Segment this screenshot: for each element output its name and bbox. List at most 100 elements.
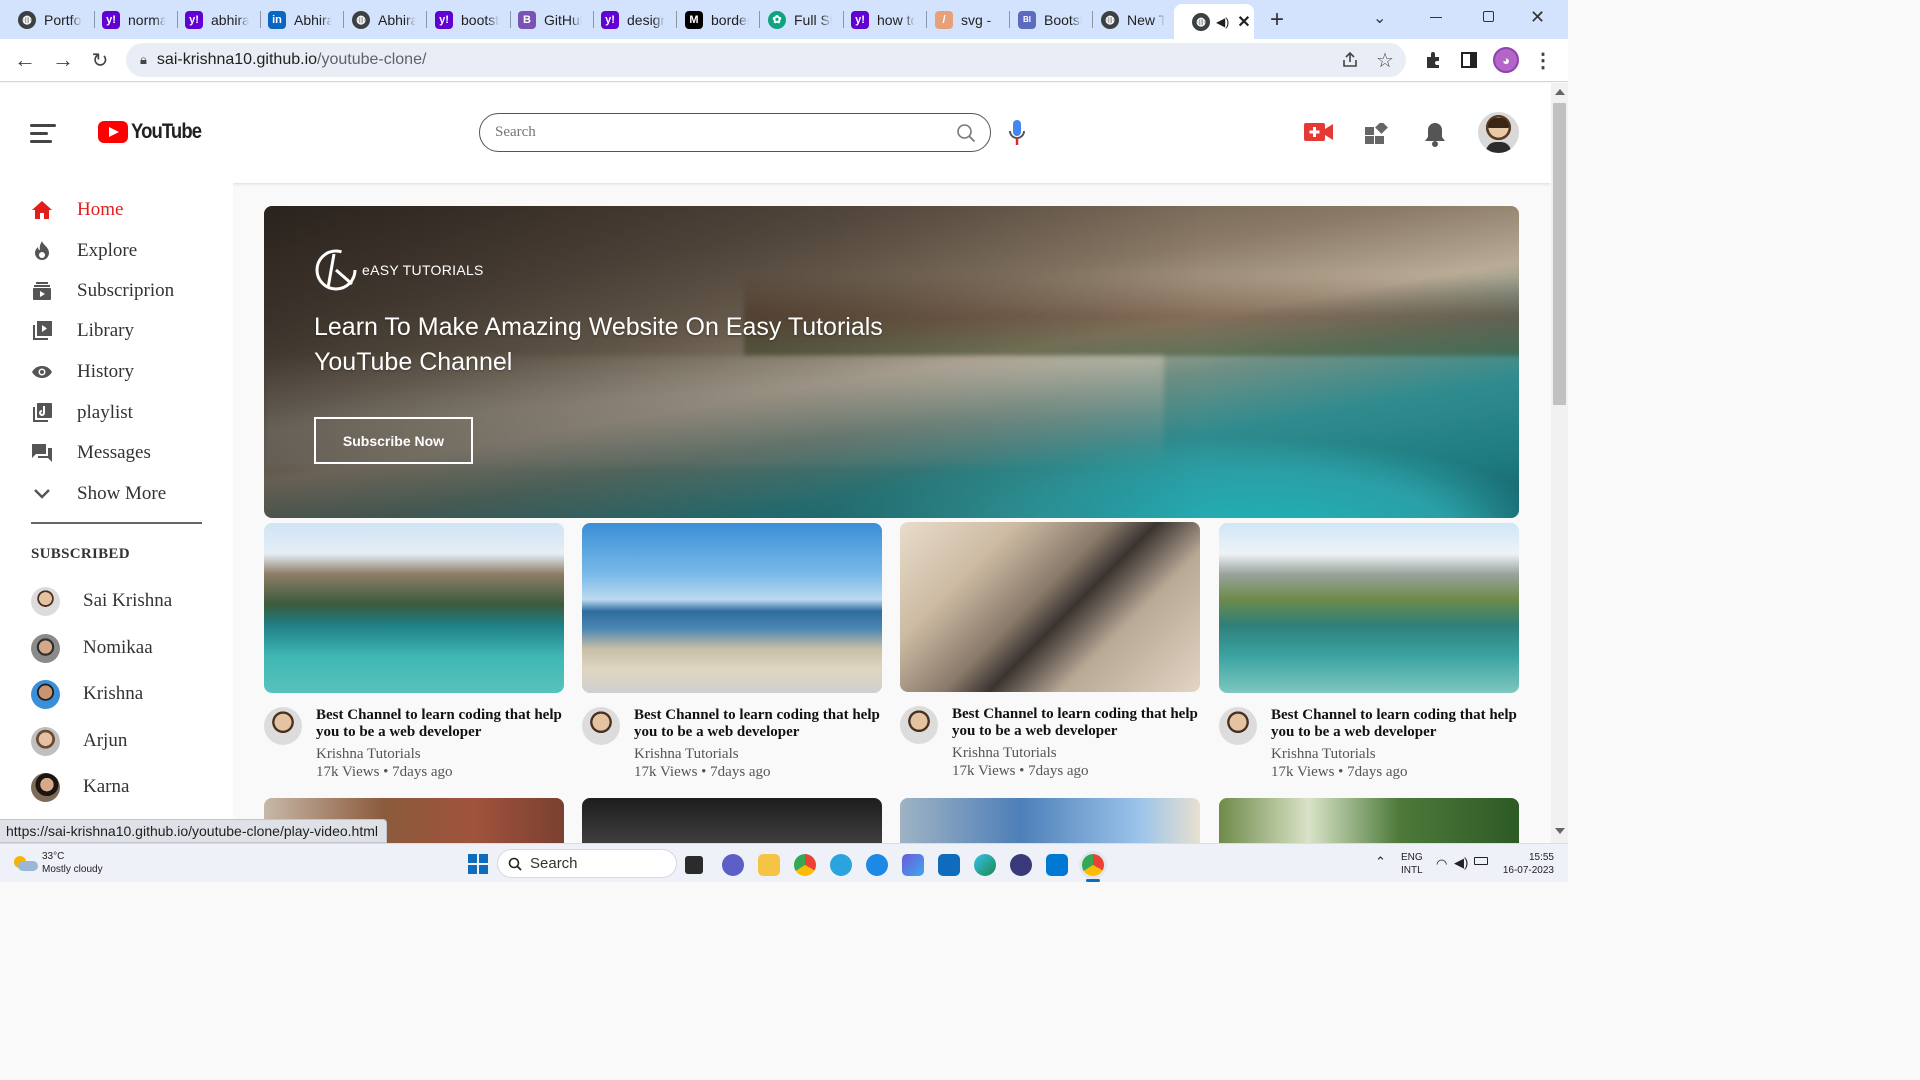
volume-icon[interactable]: ◀) (1454, 855, 1468, 871)
teams-chat-icon[interactable] (722, 854, 744, 876)
mic-icon[interactable] (1007, 119, 1027, 152)
video-card[interactable]: Best Channel to learn coding that help y… (264, 523, 564, 781)
forward-arrow-icon[interactable]: → (50, 47, 76, 73)
youtube-logo[interactable]: YouTube (98, 120, 211, 144)
search-icon[interactable] (956, 123, 976, 148)
browser-tab[interactable]: ◍ New Tab (1083, 4, 1165, 35)
vscode-icon[interactable] (1046, 854, 1068, 876)
taskbar-search-box[interactable]: Search (497, 849, 677, 878)
telegram-icon[interactable] (830, 854, 852, 876)
channel-avatar[interactable] (582, 707, 620, 745)
browser-tab[interactable]: B GitHub (500, 4, 582, 35)
video-card[interactable]: Best Channel to learn coding that help y… (1219, 523, 1519, 781)
video-thumbnail[interactable] (1219, 523, 1519, 693)
clock[interactable]: 15:55 16-07-2023 (1500, 851, 1554, 877)
page-scrollbar[interactable] (1551, 83, 1568, 843)
close-window-button[interactable]: ✕ (1530, 7, 1545, 28)
sidebar-item-subscription[interactable]: Subscriprion (31, 276, 174, 306)
browser-tab[interactable]: y! bootstrap (417, 4, 499, 35)
minimize-button[interactable] (1430, 17, 1442, 18)
browser-profile-avatar[interactable]: ◕ (1493, 47, 1519, 73)
browser-tab-active[interactable]: ◍ ◀) ✕ (1174, 4, 1254, 39)
weather-widget[interactable]: 33°C Mostly cloudy (12, 850, 103, 876)
subscription-item[interactable]: Karna (31, 770, 129, 804)
site-info-icon[interactable]: 🔒︎ (140, 52, 147, 68)
subscription-item[interactable]: Arjun (31, 724, 127, 758)
browser-tab[interactable]: ◍ Abhiram (334, 4, 416, 35)
video-thumbnail[interactable] (582, 523, 882, 693)
tab-search-icon[interactable]: ⌄ (1373, 8, 1386, 28)
reload-icon[interactable]: ↻ (87, 47, 113, 73)
side-panel-icon[interactable] (1456, 47, 1482, 73)
browser-tab[interactable]: y! abhiram (167, 4, 249, 35)
maximize-button[interactable] (1483, 11, 1494, 22)
subscription-item[interactable]: Nomikaa (31, 631, 153, 665)
video-thumbnail[interactable] (900, 798, 1200, 843)
search-box[interactable] (479, 113, 991, 152)
sidebar-item-playlist[interactable]: playlist (31, 398, 133, 428)
bookmark-star-icon[interactable]: ☆ (1372, 47, 1398, 73)
browser-tab[interactable]: / svg - (917, 4, 999, 35)
upload-video-icon[interactable] (1304, 121, 1334, 148)
apps-icon[interactable] (1365, 121, 1389, 150)
video-thumbnail[interactable] (1219, 798, 1519, 843)
sidebar-item-messages[interactable]: Messages (31, 438, 151, 468)
sidebar-item-explore[interactable]: Explore (31, 236, 137, 266)
video-thumbnail[interactable] (264, 523, 564, 693)
menu-icon[interactable] (30, 123, 56, 143)
start-button[interactable] (468, 854, 488, 874)
search-input[interactable] (495, 124, 935, 141)
sidebar-item-home[interactable]: Home (31, 195, 123, 225)
browser-tab[interactable]: y! normal (84, 4, 166, 35)
file-explorer-icon[interactable] (758, 854, 780, 876)
scrollbar-thumb[interactable] (1553, 103, 1566, 405)
app-icon[interactable] (866, 854, 888, 876)
chrome-active-icon[interactable] (1082, 854, 1104, 876)
subscription-item[interactable]: Sai Krishna (31, 584, 172, 618)
mail-icon[interactable] (938, 854, 960, 876)
video-title[interactable]: Best Channel to learn coding that help y… (952, 706, 1200, 740)
browser-tab[interactable]: Mborder (667, 4, 749, 35)
video-card[interactable]: Best Channel to learn coding that help y… (582, 523, 882, 781)
browser-tab[interactable]: ◍ Portfolio (0, 4, 82, 35)
channel-avatar[interactable] (1219, 707, 1257, 745)
video-channel[interactable]: Krishna Tutorials (316, 746, 564, 763)
browser-tab[interactable]: ✿ Full Stack (750, 4, 832, 35)
video-thumbnail[interactable] (900, 522, 1200, 692)
browser-menu-icon[interactable]: ⋮ (1530, 47, 1556, 73)
share-icon[interactable] (1337, 47, 1363, 73)
language-indicator[interactable]: ENG INTL (1401, 851, 1423, 877)
channel-avatar[interactable] (264, 707, 302, 745)
video-title[interactable]: Best Channel to learn coding that help y… (1271, 707, 1519, 741)
video-channel[interactable]: Krishna Tutorials (1271, 746, 1519, 763)
close-tab-icon[interactable]: ✕ (1237, 12, 1250, 32)
subscribe-now-button[interactable]: Subscribe Now (314, 417, 473, 464)
battery-icon[interactable] (1474, 857, 1488, 865)
new-tab-button[interactable]: + (1270, 6, 1284, 34)
audio-playing-icon[interactable]: ◀) (1216, 15, 1229, 29)
profile-avatar[interactable] (1478, 112, 1519, 153)
video-card[interactable]: Best Channel to learn coding that help y… (900, 522, 1200, 780)
address-bar[interactable]: 🔒︎ sai-krishna10.github.io/youtube-clone… (126, 43, 1406, 77)
back-arrow-icon[interactable]: ← (12, 47, 38, 73)
chrome-icon[interactable] (794, 854, 816, 876)
notification-bell-icon[interactable] (1424, 121, 1446, 152)
sidebar-item-show-more[interactable]: Show More (31, 479, 166, 509)
sidebar-item-library[interactable]: Library (31, 316, 134, 346)
video-channel[interactable]: Krishna Tutorials (634, 746, 882, 763)
browser-tab[interactable]: BI Bootstrap (1000, 4, 1082, 35)
video-title[interactable]: Best Channel to learn coding that help y… (634, 707, 882, 741)
video-thumbnail[interactable] (582, 798, 882, 843)
wifi-icon[interactable]: ◠ (1436, 856, 1447, 872)
browser-tab[interactable]: y! how to (833, 4, 915, 35)
browser-tab[interactable]: in Abhiram (250, 4, 332, 35)
subscription-item[interactable]: Krishna (31, 677, 143, 711)
video-title[interactable]: Best Channel to learn coding that help y… (316, 707, 564, 741)
task-view-icon[interactable] (685, 856, 703, 874)
sidebar-item-history[interactable]: History (31, 357, 134, 387)
channel-avatar[interactable] (900, 706, 938, 744)
video-channel[interactable]: Krishna Tutorials (952, 745, 1200, 762)
show-hidden-icons[interactable]: ⌃ (1375, 854, 1386, 870)
scroll-up-arrow-icon[interactable] (1555, 89, 1565, 95)
scroll-down-arrow-icon[interactable] (1555, 828, 1565, 834)
